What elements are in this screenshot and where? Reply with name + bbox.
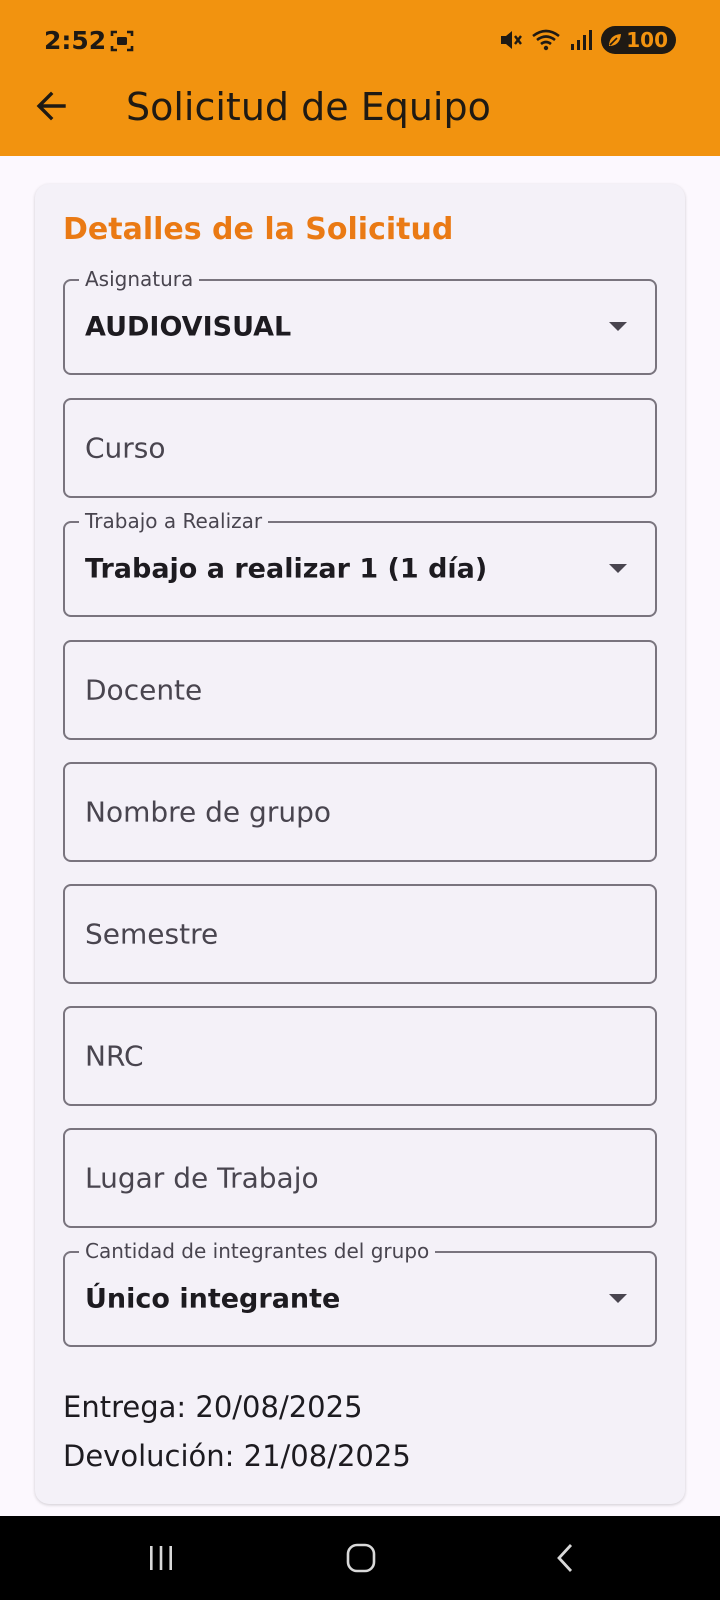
dropdown-arrow-icon [609, 322, 627, 331]
back-icon [557, 1544, 573, 1572]
mute-icon [501, 31, 523, 49]
nrc-placeholder: NRC [85, 1039, 144, 1073]
curso-placeholder: Curso [85, 431, 166, 465]
status-icons: 100 [497, 26, 676, 54]
status-time: 2:52 [44, 26, 107, 55]
trabajo-label: Trabajo a Realizar [79, 509, 269, 533]
semestre-placeholder: Semestre [85, 917, 219, 951]
section-title: Detalles de la Solicitud [63, 212, 454, 247]
wifi-icon [532, 29, 561, 51]
screenshot-icon [110, 30, 134, 52]
recents-button[interactable] [101, 1516, 221, 1600]
integrantes-label: Cantidad de integrantes del grupo [79, 1239, 436, 1263]
dropdown-arrow-icon [609, 564, 627, 573]
integrantes-dropdown[interactable]: Cantidad de integrantes del grupo Único … [63, 1239, 657, 1347]
nrc-field[interactable]: NRC [63, 1006, 657, 1106]
trabajo-value: Trabajo a realizar 1 (1 día) [85, 553, 488, 585]
signal-icon [571, 30, 593, 50]
asignatura-value: AUDIOVISUAL [85, 311, 292, 343]
lugar-trabajo-placeholder: Lugar de Trabajo [85, 1161, 319, 1195]
nombre-grupo-field[interactable]: Nombre de grupo [63, 762, 657, 862]
dropdown-arrow-icon [609, 1294, 627, 1303]
leaf-icon [609, 34, 622, 46]
devolucion-date: Devolución: 21/08/2025 [63, 1439, 411, 1473]
entrega-date: Entrega: 20/08/2025 [63, 1390, 363, 1424]
system-nav-bar [0, 1516, 720, 1600]
home-icon [346, 1543, 376, 1573]
page-title: Solicitud de Equipo [126, 85, 491, 129]
curso-field[interactable]: Curso [63, 398, 657, 498]
trabajo-dropdown[interactable]: Trabajo a Realizar Trabajo a realizar 1 … [63, 509, 657, 617]
docente-placeholder: Docente [85, 673, 203, 707]
lugar-trabajo-field[interactable]: Lugar de Trabajo [63, 1128, 657, 1228]
back-button[interactable] [505, 1516, 625, 1600]
integrantes-value: Único integrante [85, 1283, 341, 1315]
back-arrow-icon[interactable] [34, 89, 68, 123]
app-header: 2:52 100 Solicitud de Equipo [0, 0, 720, 156]
asignatura-label: Asignatura [79, 267, 200, 291]
home-button[interactable] [301, 1516, 421, 1600]
asignatura-dropdown[interactable]: Asignatura AUDIOVISUAL [63, 267, 657, 375]
nombre-grupo-placeholder: Nombre de grupo [85, 795, 331, 829]
semestre-field[interactable]: Semestre [63, 884, 657, 984]
battery-icon: 100 [601, 26, 676, 54]
recents-icon [150, 1546, 172, 1570]
battery-level: 100 [626, 28, 668, 52]
docente-field[interactable]: Docente [63, 640, 657, 740]
